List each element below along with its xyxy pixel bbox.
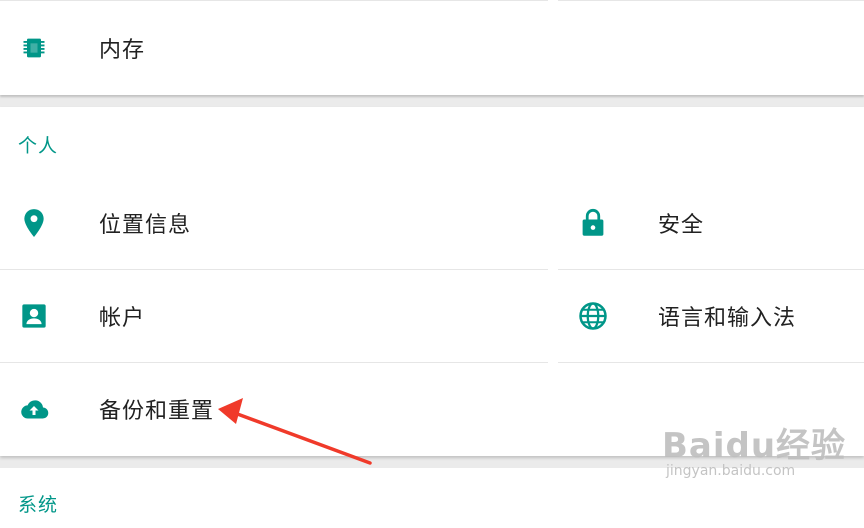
settings-item-label: 内存 bbox=[99, 38, 146, 63]
settings-item-backup-reset[interactable]: 备份和重置 bbox=[0, 363, 548, 455]
cloud-upload-icon bbox=[19, 394, 49, 424]
settings-item-label: 备份和重置 bbox=[99, 399, 215, 424]
memory-chip-icon bbox=[19, 33, 49, 63]
storage-settings-card: 内存 bbox=[0, 0, 864, 95]
section-header-system: 系统 bbox=[18, 494, 59, 516]
personal-settings-card: 个人 位置信息 安全 帐户 语言和输入法 备份和重置 bbox=[0, 107, 864, 456]
divider bbox=[558, 362, 864, 363]
column-gap bbox=[548, 0, 558, 95]
settings-item-label: 安全 bbox=[658, 213, 705, 238]
settings-item-security[interactable]: 安全 bbox=[0, 177, 864, 269]
lock-icon bbox=[578, 208, 608, 238]
section-header-personal: 个人 bbox=[18, 135, 59, 157]
settings-item-memory[interactable]: 内存 bbox=[0, 2, 548, 94]
settings-item-language[interactable]: 语言和输入法 bbox=[0, 270, 864, 362]
settings-item-label: 语言和输入法 bbox=[658, 306, 797, 331]
divider bbox=[558, 0, 864, 1]
divider bbox=[0, 0, 548, 1]
globe-icon bbox=[578, 301, 608, 331]
system-settings-card: 系统 bbox=[0, 468, 864, 528]
